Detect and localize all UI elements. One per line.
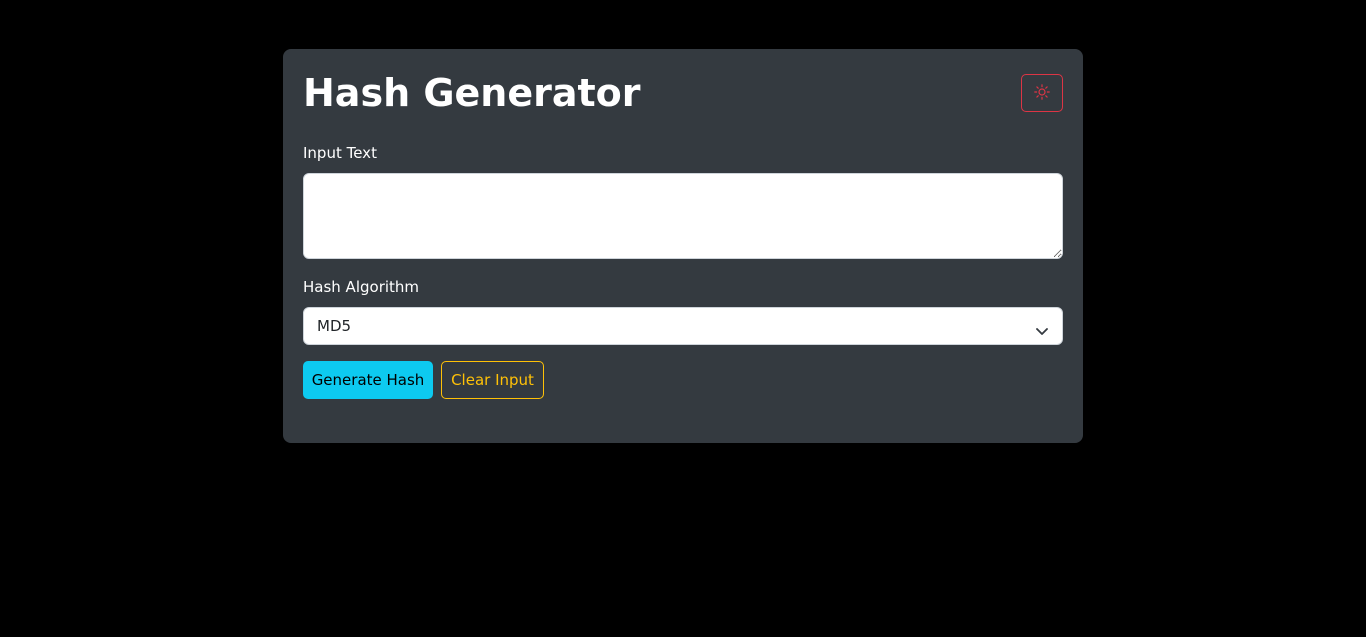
input-text-area[interactable] [303, 173, 1063, 259]
hash-algorithm-label: Hash Algorithm [303, 278, 420, 296]
chevron-down-icon [1036, 321, 1048, 335]
page-title: Hash Generator [303, 71, 641, 115]
sun-icon [1034, 83, 1050, 103]
hash-generator-card: Hash Generator Input Text Hash Algorithm… [283, 49, 1083, 443]
generate-hash-button[interactable]: Generate Hash [303, 361, 433, 399]
clear-input-button[interactable]: Clear Input [441, 361, 544, 399]
theme-toggle-button[interactable] [1021, 74, 1063, 112]
hash-algorithm-selected-value: MD5 [317, 317, 352, 335]
hash-algorithm-select[interactable]: MD5 [303, 307, 1063, 345]
input-text-label: Input Text [303, 144, 377, 162]
